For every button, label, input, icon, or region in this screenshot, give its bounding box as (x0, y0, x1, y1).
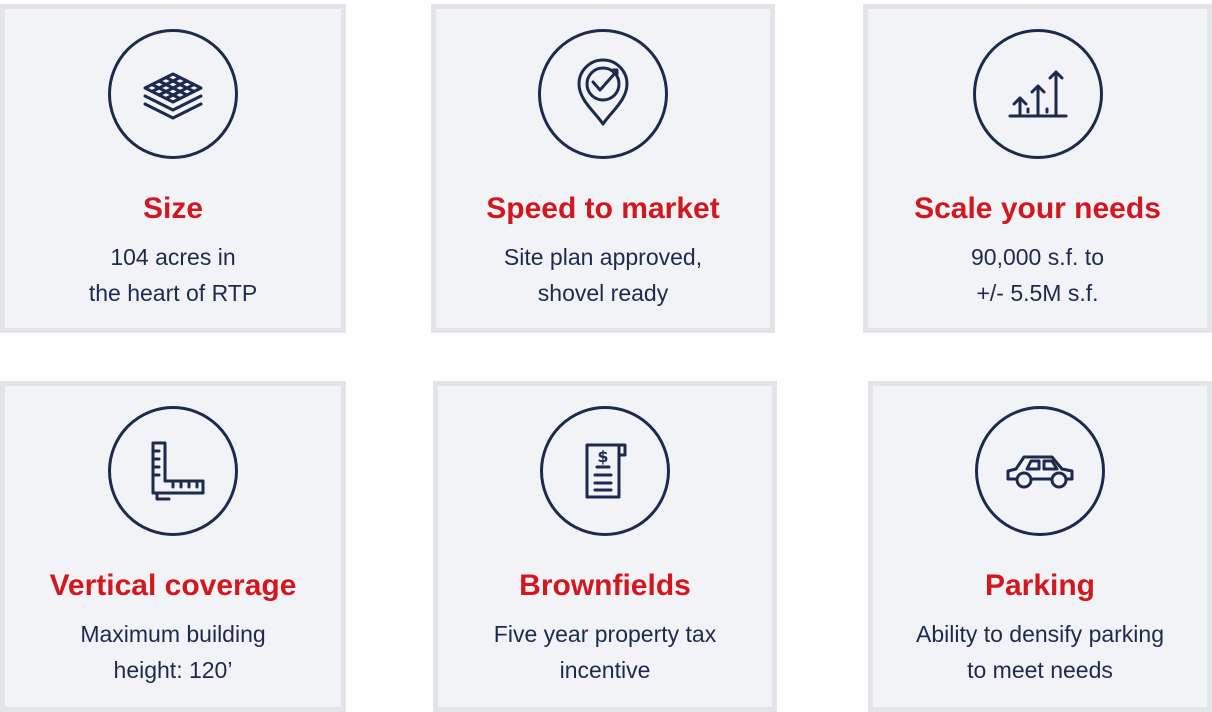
card-description-line: the heart of RTP (88, 280, 258, 306)
svg-text:$: $ (597, 447, 608, 466)
card-description: Ability to densify parking to meet needs (873, 616, 1207, 688)
feature-card-parking: Parking Ability to densify parking to me… (868, 381, 1212, 712)
l-ruler-icon (151, 441, 205, 501)
card-description-line: height: 120’ (113, 657, 233, 683)
feature-card-scale-your-needs: Scale your needs 90,000 s.f. to +/- 5.5M… (863, 4, 1212, 333)
card-title: Brownfields (519, 569, 691, 602)
document-icon-circle: $ (540, 406, 670, 536)
feature-card-size: Size 104 acres in the heart of RTP (0, 4, 346, 333)
layers-grid-icon (143, 72, 203, 120)
layers-icon-circle (108, 29, 238, 159)
card-title: Parking (984, 569, 1096, 602)
card-description: Maximum building height: 120’ (5, 616, 341, 688)
card-description-line: 104 acres in (110, 244, 236, 270)
card-description-line: Maximum building (80, 621, 266, 647)
growth-icon-circle (972, 29, 1103, 159)
card-title: Vertical coverage (49, 569, 297, 602)
card-description: Five year property tax incentive (438, 616, 772, 688)
card-description-line: Five year property tax (493, 621, 717, 647)
card-description: 90,000 s.f. to +/- 5.5M s.f. (868, 239, 1207, 311)
card-description-line: Site plan approved, (503, 244, 703, 270)
car-icon (1006, 455, 1074, 489)
card-description-line: shovel ready (537, 280, 669, 306)
card-description-line: incentive (559, 657, 651, 683)
growth-arrows-icon (1008, 70, 1067, 118)
card-description: Site plan approved, shovel ready (436, 239, 770, 311)
ruler-icon-circle (108, 406, 238, 536)
feature-card-vertical-coverage: Vertical coverage Maximum building heigh… (0, 381, 346, 712)
card-description-line: +/- 5.5M s.f. (976, 280, 1099, 306)
feature-card-brownfields: $ Brownfields Five year property tax inc… (433, 381, 777, 712)
card-description-line: to meet needs (967, 657, 1113, 683)
target-pin-check-icon (577, 58, 629, 126)
card-title: Speed to market (486, 192, 720, 225)
card-description-line: 90,000 s.f. to (971, 244, 1104, 270)
feature-card-speed-to-market: Speed to market Site plan approved, shov… (431, 4, 775, 333)
card-description-line: Ability to densify parking (915, 621, 1164, 647)
tax-document-icon: $ (585, 443, 627, 499)
card-description: 104 acres in the heart of RTP (5, 239, 341, 311)
card-title: Size (142, 192, 204, 225)
target-icon-circle (538, 29, 668, 159)
card-title: Scale your needs (914, 192, 1161, 225)
car-icon-circle (975, 406, 1105, 536)
